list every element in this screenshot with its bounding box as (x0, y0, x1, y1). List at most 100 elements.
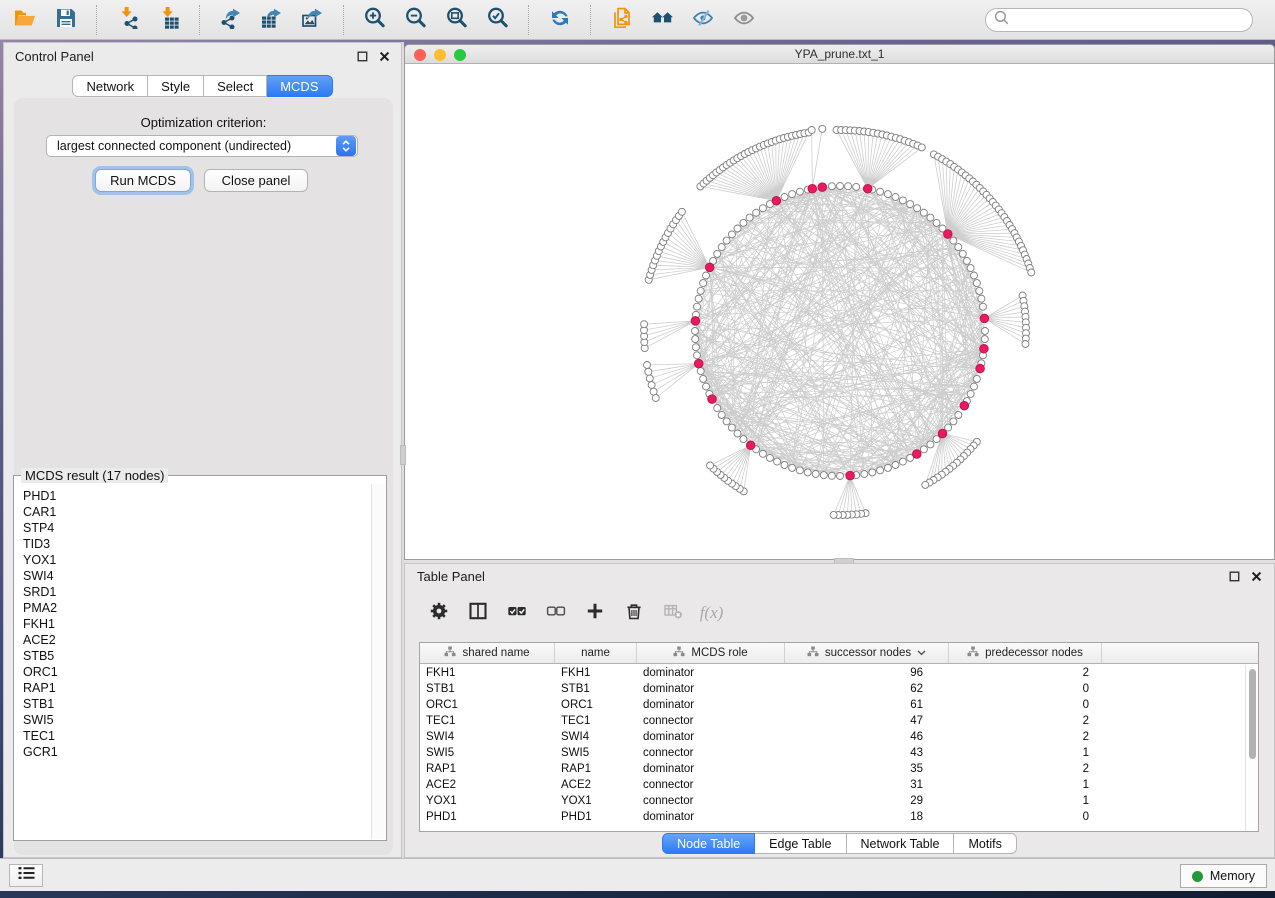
graph-hub-node[interactable] (705, 263, 714, 272)
graph-hub-node[interactable] (944, 230, 953, 239)
mcds-result-item[interactable]: FKH1 (23, 616, 371, 632)
graph-node[interactable] (914, 205, 921, 212)
table-cell[interactable]: 18 (785, 809, 949, 825)
graph-hub-node[interactable] (938, 429, 947, 438)
table-cell[interactable]: 61 (785, 697, 949, 713)
tab-mcds[interactable]: MCDS (267, 75, 332, 97)
graph-node[interactable] (973, 375, 980, 382)
refresh-view-button[interactable] (539, 3, 580, 37)
graph-node[interactable] (819, 125, 826, 132)
graph-node[interactable] (746, 214, 753, 221)
table-cell[interactable]: FKH1 (555, 665, 637, 681)
graph-node[interactable] (714, 250, 721, 257)
table-cell[interactable]: 1 (949, 745, 1102, 761)
table-row[interactable]: RAP1RAP1dominator352 (420, 761, 1244, 777)
graph-node[interactable] (700, 375, 707, 382)
graph-node[interactable] (789, 191, 796, 198)
graph-hub-node[interactable] (960, 401, 969, 410)
graph-node[interactable] (837, 473, 844, 480)
tab-edge-table[interactable]: Edge Table (755, 833, 846, 854)
graph-node[interactable] (978, 295, 985, 302)
graph-hub-node[interactable] (691, 317, 700, 326)
graph-node[interactable] (808, 127, 815, 134)
window-minimize-icon[interactable] (434, 49, 446, 61)
graph-node[interactable] (723, 237, 730, 244)
graph-hub-node[interactable] (772, 196, 781, 205)
graph-node[interactable] (703, 272, 710, 279)
table-cell[interactable]: connector (637, 777, 785, 793)
graph-node[interactable] (982, 328, 989, 335)
graph-hub-node[interactable] (863, 184, 872, 193)
graph-hub-node[interactable] (818, 183, 827, 192)
table-row[interactable]: FKH1FKH1dominator962 (420, 665, 1244, 681)
mcds-result-item[interactable]: ORC1 (23, 664, 371, 680)
graph-node[interactable] (920, 446, 927, 453)
mcds-result-item[interactable]: PHD1 (23, 488, 371, 504)
graph-node[interactable] (959, 250, 966, 257)
table-cell[interactable]: 0 (949, 681, 1102, 697)
mcds-result-item[interactable]: SWI5 (23, 712, 371, 728)
table-cell[interactable]: dominator (637, 809, 785, 825)
graph-node[interactable] (692, 336, 699, 343)
graph-node[interactable] (828, 183, 835, 190)
graph-node[interactable] (718, 411, 725, 418)
table-cell[interactable]: 43 (785, 745, 949, 761)
table-row[interactable]: STB1STB1dominator620 (420, 681, 1244, 697)
table-row[interactable]: SWI4SWI4dominator462 (420, 729, 1244, 745)
mcds-result-item[interactable]: TID3 (23, 536, 371, 552)
tab-network[interactable]: Network (72, 75, 148, 97)
new-network-from-selection-button[interactable] (601, 3, 642, 37)
graph-node[interactable] (700, 280, 707, 287)
open-file-button[interactable] (4, 3, 45, 37)
mcds-result-item[interactable]: PMA2 (23, 600, 371, 616)
network-canvas[interactable] (405, 64, 1274, 560)
graph-node[interactable] (692, 344, 699, 351)
graph-node[interactable] (646, 375, 653, 382)
table-cell[interactable]: 0 (949, 697, 1102, 713)
graph-node[interactable] (861, 471, 868, 478)
tab-motifs[interactable]: Motifs (954, 833, 1016, 854)
table-cell[interactable]: YOX1 (420, 793, 555, 809)
table-row[interactable]: ACE2ACE2connector311 (420, 777, 1244, 793)
graph-node[interactable] (718, 244, 725, 251)
mcds-result-item[interactable]: GCR1 (23, 744, 371, 760)
table-cell[interactable]: 0 (949, 809, 1102, 825)
graph-node[interactable] (740, 436, 747, 443)
graph-node[interactable] (766, 454, 773, 461)
mcds-result-item[interactable]: RAP1 (23, 680, 371, 696)
graph-node[interactable] (694, 352, 701, 359)
graph-node[interactable] (853, 183, 860, 190)
graph-node[interactable] (845, 183, 852, 190)
close-panel-button[interactable]: Close panel (204, 169, 308, 192)
table-cell[interactable]: STB1 (555, 681, 637, 697)
graph-node[interactable] (692, 328, 699, 335)
graph-node[interactable] (697, 368, 704, 375)
table-cell[interactable]: 96 (785, 665, 949, 681)
graph-hub-node[interactable] (746, 441, 755, 450)
graph-node[interactable] (830, 511, 837, 518)
table-cell[interactable]: connector (637, 745, 785, 761)
table-scrollbar-thumb[interactable] (1249, 669, 1256, 759)
graph-node[interactable] (645, 368, 652, 375)
table-cell[interactable]: ACE2 (555, 777, 637, 793)
window-maximize-icon[interactable] (454, 49, 466, 61)
mcds-result-item[interactable]: YOX1 (23, 552, 371, 568)
graph-node[interactable] (1028, 269, 1035, 276)
graph-node[interactable] (971, 383, 978, 390)
graph-node[interactable] (927, 441, 934, 448)
table-cell[interactable]: 31 (785, 777, 949, 793)
graph-node[interactable] (812, 471, 819, 478)
mcds-result-item[interactable]: STB5 (23, 648, 371, 664)
graph-hub-node[interactable] (976, 364, 985, 373)
mcds-result-item[interactable]: ACE2 (23, 632, 371, 648)
graph-node[interactable] (963, 257, 970, 264)
table-cell[interactable]: TEC1 (555, 713, 637, 729)
table-scrollbar[interactable] (1245, 665, 1258, 831)
graph-node[interactable] (650, 388, 657, 395)
table-cell[interactable]: 2 (949, 665, 1102, 681)
export-image-button[interactable] (292, 3, 333, 37)
table-cell[interactable]: ORC1 (555, 697, 637, 713)
graph-node[interactable] (678, 208, 685, 215)
mcds-result-item[interactable]: CAR1 (23, 504, 371, 520)
graph-node[interactable] (892, 462, 899, 469)
